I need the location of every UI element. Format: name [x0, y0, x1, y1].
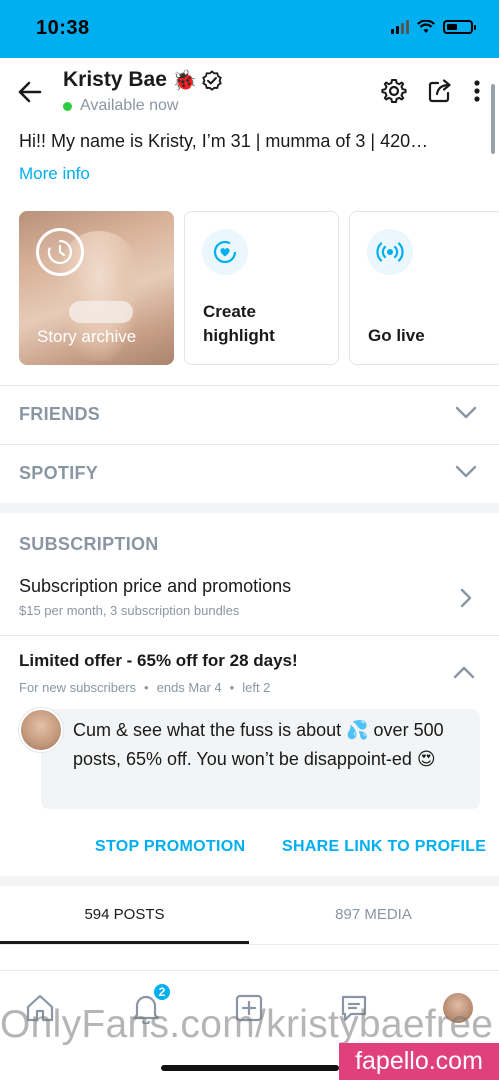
offer-left: left 2 — [242, 680, 271, 695]
availability-status: Available now — [63, 97, 178, 115]
signal-icon — [391, 20, 409, 34]
tab-media[interactable]: 897 MEDIA — [249, 886, 498, 944]
brand-badge: fapello.com — [339, 1043, 499, 1080]
highlight-cards: Story archive Create highlight Go live — [19, 211, 499, 365]
avatar — [19, 708, 63, 752]
meta-separator: • — [144, 680, 149, 695]
profile-bio: Hi!! My name is Kristy, I’m 31 | mumma o… — [19, 131, 429, 151]
online-dot-icon — [63, 101, 72, 111]
more-options-icon[interactable] — [473, 79, 481, 103]
divider — [0, 944, 499, 945]
scrollbar[interactable] — [491, 84, 495, 154]
chevron-up-icon[interactable] — [453, 665, 475, 679]
status-icons — [391, 20, 476, 34]
status-bar: 10:38 — [0, 0, 499, 58]
profile-header: Kristy Bae 🐞 Available now — [0, 58, 499, 126]
friends-section[interactable]: FRIENDS — [0, 386, 499, 444]
broadcast-icon — [367, 229, 413, 275]
friends-title: FRIENDS — [19, 404, 101, 424]
chevron-down-icon — [455, 465, 477, 478]
divider — [0, 635, 499, 636]
back-arrow-icon[interactable] — [14, 76, 46, 108]
create-highlight-card[interactable]: Create highlight — [184, 211, 339, 365]
spotify-section[interactable]: SPOTIFY — [0, 445, 499, 503]
create-highlight-line1: Create — [203, 302, 256, 321]
create-highlight-label: Create highlight — [203, 300, 275, 348]
create-highlight-line2: highlight — [203, 326, 275, 345]
more-info-link[interactable]: More info — [19, 164, 90, 184]
go-live-card[interactable]: Go live — [349, 211, 499, 365]
share-link-button[interactable]: SHARE LINK TO PROFILE — [282, 838, 486, 856]
availability-label: Available now — [80, 97, 179, 114]
verified-icon — [202, 69, 222, 91]
offer-audience: For new subscribers — [19, 680, 137, 695]
divider — [0, 970, 499, 971]
heart-circle-icon — [202, 229, 248, 275]
tab-posts[interactable]: 594 POSTS — [0, 886, 249, 944]
section-separator — [0, 503, 499, 513]
chevron-right-icon[interactable] — [459, 587, 473, 609]
wifi-icon — [417, 20, 435, 33]
story-archive-card[interactable]: Story archive — [19, 211, 174, 365]
home-indicator[interactable] — [161, 1065, 339, 1071]
story-archive-label: Story archive — [37, 327, 137, 346]
status-time: 10:38 — [36, 17, 90, 39]
settings-gear-icon[interactable] — [381, 78, 407, 104]
ladybug-emoji: 🐞 — [172, 70, 197, 92]
battery-icon — [443, 20, 476, 34]
share-icon[interactable] — [427, 78, 453, 104]
go-live-label: Go live — [368, 326, 425, 345]
content-tabs: 594 POSTS 897 MEDIA — [0, 886, 499, 944]
section-separator — [0, 876, 499, 886]
subscription-price-subtitle: $15 per month, 3 subscription bundles — [19, 603, 240, 618]
meta-separator: • — [229, 680, 235, 695]
promo-message-text: Cum & see what the fuss is about 💦 over … — [73, 720, 444, 769]
name-badges: 🐞 — [172, 68, 223, 93]
spotify-title: SPOTIFY — [19, 463, 99, 483]
offer-meta: For new subscribers • ends Mar 4 • left … — [19, 680, 270, 695]
offer-ends: ends Mar 4 — [156, 680, 222, 695]
clock-icon — [36, 228, 84, 276]
stop-promotion-button[interactable]: STOP PROMOTION — [95, 838, 245, 856]
subscription-price-title[interactable]: Subscription price and promotions — [19, 576, 291, 597]
header-actions — [381, 78, 481, 104]
notification-count-badge: 2 — [152, 982, 172, 1002]
offer-title: Limited offer - 65% off for 28 days! — [19, 651, 298, 670]
subscription-heading: SUBSCRIPTION — [19, 534, 159, 554]
chevron-down-icon — [455, 406, 477, 419]
watermark-text: OnlyFans.com/kristybaefree — [0, 1003, 494, 1046]
profile-name: Kristy Bae — [63, 68, 167, 91]
